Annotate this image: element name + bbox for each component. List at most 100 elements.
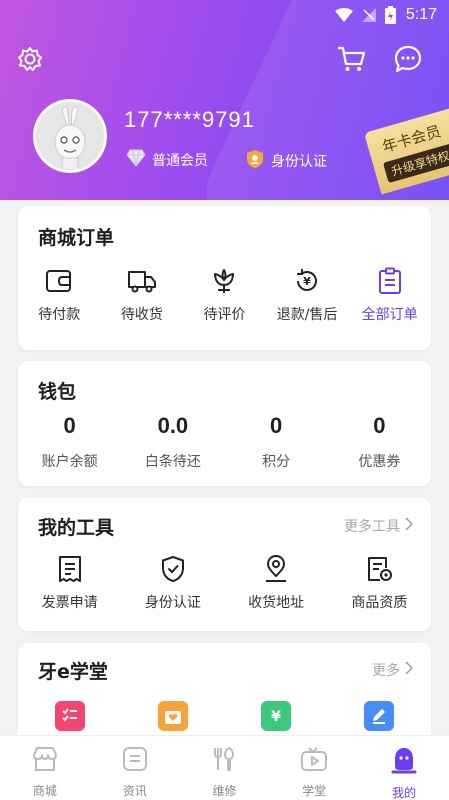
wallet-grid: 0 账户余额 0.0 白条待还 0 积分 0 优惠券	[18, 413, 431, 471]
svg-text:¥: ¥	[271, 709, 281, 725]
truck-icon	[127, 266, 157, 296]
wallet-title: 钱包	[38, 381, 77, 403]
orders-title: 商城订单	[38, 227, 115, 249]
order-label: 全部订单	[361, 307, 418, 323]
clipboard-icon	[375, 266, 405, 296]
wallet-credit-due[interactable]: 0.0 白条待还	[121, 413, 224, 471]
identity-verification[interactable]: 身份认证	[245, 149, 327, 173]
wifi-icon	[334, 8, 353, 22]
status-time: 5:17	[405, 6, 437, 23]
order-pending-review[interactable]: 待评价	[183, 266, 266, 324]
battery-icon	[384, 6, 396, 24]
bottom-tab-bar: 商城 资讯 维修 学堂 我的	[0, 735, 449, 800]
certificate-icon	[364, 554, 394, 584]
identity-badge-icon	[245, 149, 265, 173]
tab-news[interactable]: 资讯	[90, 736, 180, 800]
tab-school[interactable]: 学堂	[269, 736, 359, 800]
tool-label: 收货地址	[248, 595, 305, 611]
vip-annual-card-badge[interactable]: 年卡会员 升级享特权	[364, 105, 449, 195]
no-signal-icon	[361, 7, 377, 23]
school-item-notes[interactable]	[328, 701, 431, 731]
user-phone: 177****9791	[124, 107, 255, 132]
tool-certificate[interactable]: 商品资质	[328, 554, 431, 612]
school-card: 牙e学堂 更多 ¥	[18, 643, 431, 748]
school-item-checklist[interactable]	[18, 701, 121, 731]
tab-label: 维修	[212, 784, 237, 798]
tool-label: 商品资质	[351, 595, 408, 611]
location-pin-icon	[261, 554, 291, 584]
order-pending-receipt[interactable]: 待收货	[101, 266, 184, 324]
heart-box-icon	[157, 701, 188, 731]
tab-store[interactable]: 商城	[0, 736, 90, 800]
status-bar: 5:17	[0, 0, 449, 30]
order-label: 待评价	[203, 307, 246, 323]
order-refund[interactable]: ¥ 退款/售后	[266, 266, 349, 324]
orders-grid: 待付款 待收货 待评价 ¥ 退款/售后 全部订单	[18, 266, 431, 324]
tools-card: 我的工具 更多工具 发票申请 身份认证 收货地址 商品资质	[18, 498, 431, 631]
school-item-favorites[interactable]	[121, 701, 224, 731]
school-item-coupon[interactable]: ¥	[225, 701, 328, 731]
order-label: 待收货	[120, 307, 163, 323]
identity-label: 身份认证	[271, 154, 327, 170]
wallet-coupons[interactable]: 0 优惠券	[328, 413, 431, 471]
checklist-icon	[54, 701, 85, 731]
svg-text:¥: ¥	[303, 275, 311, 288]
tab-label: 学堂	[302, 784, 327, 798]
tools-title: 我的工具	[38, 517, 115, 539]
tool-label: 发票申请	[41, 595, 98, 611]
message-bubble-icon[interactable]	[393, 44, 423, 74]
tab-mine[interactable]: 我的	[359, 736, 449, 800]
tab-repair[interactable]: 维修	[180, 736, 270, 800]
news-icon	[122, 746, 148, 776]
member-level-label: 普通会员	[152, 153, 208, 169]
order-label: 待付款	[38, 307, 81, 323]
wallet-value: 0	[63, 413, 76, 438]
store-icon	[31, 746, 59, 776]
shopping-cart-icon[interactable]	[336, 44, 366, 74]
refund-icon: ¥	[292, 266, 322, 296]
shield-check-icon	[158, 554, 188, 584]
tv-play-icon	[300, 746, 328, 776]
order-all[interactable]: 全部订单	[348, 266, 431, 324]
yen-ticket-icon: ¥	[261, 701, 292, 731]
order-label: 退款/售后	[276, 307, 338, 323]
wallet-label: 白条待还	[144, 454, 201, 470]
tools-grid: 发票申请 身份认证 收货地址 商品资质	[18, 554, 431, 612]
school-more-link[interactable]: 更多	[372, 660, 414, 680]
tab-label: 资讯	[122, 784, 147, 798]
wallet-value: 0	[373, 413, 386, 438]
tool-label: 身份认证	[144, 595, 201, 611]
settings-gear-icon[interactable]	[16, 45, 44, 73]
tab-label: 我的	[392, 786, 417, 800]
school-more-label: 更多	[372, 663, 400, 679]
orders-card: 商城订单 待付款 待收货 待评价 ¥ 退款/售后 全部订单	[18, 206, 431, 350]
wallet-label: 优惠券	[358, 454, 401, 470]
wallet-card: 钱包 0 账户余额 0.0 白条待还 0 积分 0 优惠券	[18, 361, 431, 486]
more-tools-link[interactable]: 更多工具	[344, 516, 414, 536]
member-level[interactable]: 普通会员	[126, 149, 208, 171]
diamond-icon	[126, 149, 146, 171]
wallet-label: 账户余额	[41, 454, 98, 470]
wallet-balance[interactable]: 0 账户余额	[18, 413, 121, 471]
chevron-right-icon	[404, 661, 414, 679]
tool-address[interactable]: 收货地址	[225, 554, 328, 612]
tool-invoice[interactable]: 发票申请	[18, 554, 121, 612]
tab-label: 商城	[32, 784, 57, 798]
order-pending-payment[interactable]: 待付款	[18, 266, 101, 324]
wallet-value: 0.0	[157, 413, 189, 438]
tool-identity[interactable]: 身份认证	[121, 554, 224, 612]
school-title: 牙e学堂	[38, 661, 108, 683]
user-mascot-icon	[390, 746, 418, 778]
profile-header: 5:17 177****9791 普通会员 身份认证 年卡会员 升级享特权	[0, 0, 449, 200]
repair-tools-icon	[211, 746, 237, 776]
wallet-value: 0	[270, 413, 283, 438]
avatar[interactable]	[33, 99, 107, 173]
receipt-icon	[55, 554, 85, 584]
flower-icon	[209, 266, 239, 296]
wallet-label: 积分	[262, 454, 291, 470]
edit-note-icon	[364, 701, 395, 731]
wallet-points[interactable]: 0 积分	[225, 413, 328, 471]
school-grid: ¥	[18, 701, 431, 731]
more-tools-label: 更多工具	[344, 519, 400, 535]
chevron-right-icon	[404, 517, 414, 535]
